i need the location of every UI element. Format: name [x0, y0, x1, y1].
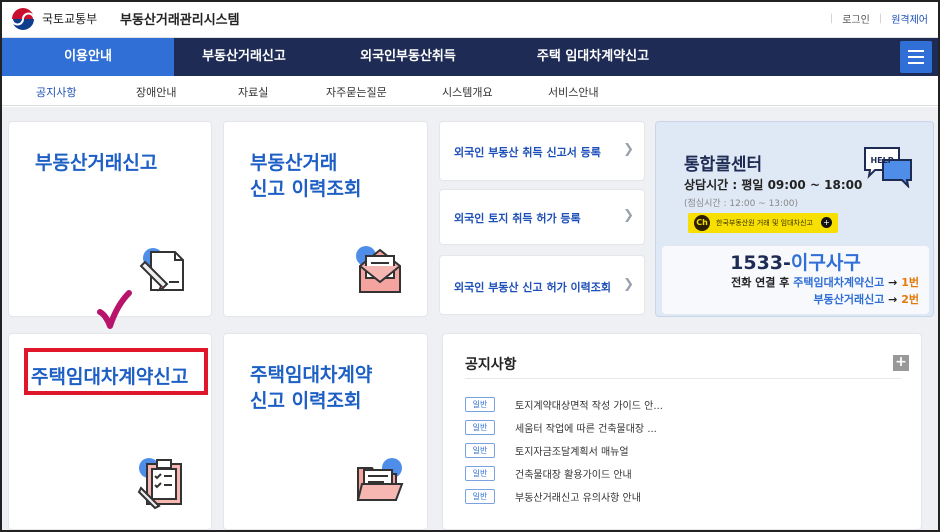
call-option-2: 부동산거래신고 → 2번: [813, 291, 919, 307]
call-center-lunch: (점심시간 : 12:00 ~ 13:00): [684, 199, 799, 209]
call-option-target: 주택임대차계약신고: [793, 276, 885, 289]
highlight-box: [24, 348, 208, 395]
notice-item[interactable]: 일반 부동산거래신고 유의사항 안내: [465, 487, 641, 505]
phone-word: 이구사구: [790, 252, 861, 274]
help-speech-bubble-icon: HELP: [861, 144, 915, 189]
call-option-number: 1번: [901, 276, 919, 289]
nav-item-lease-report[interactable]: 주택 임대차계약신고: [502, 38, 684, 76]
card-lease-history[interactable]: 주택임대차계약 신고 이력조회: [223, 333, 428, 530]
notice-text[interactable]: 토지자금조달계획서 매뉴얼: [515, 443, 629, 458]
notice-badge: 일반: [465, 396, 495, 412]
kakao-channel-label: 한국부동산원 거래 및 임대차신고: [716, 219, 813, 227]
call-option-number: 2번: [901, 293, 919, 306]
ministry-name: 국토교통부: [42, 12, 98, 26]
top-bar: 국토교통부 부동산거래관리시스템 | 로그인 | 원격제어: [0, 0, 940, 38]
subnav-service-info[interactable]: 서비스안내: [548, 84, 599, 100]
kakao-channel-icon: Ch: [694, 215, 710, 231]
nav-item-foreigner-acquisition[interactable]: 외국인부동산취득: [314, 38, 502, 76]
subnav-notice[interactable]: 공지사항: [36, 84, 76, 100]
call-option-target: 부동산거래신고: [813, 293, 885, 306]
main-nav: 이용안내 부동산거래신고 외국인부동산취득 주택 임대차계약신고: [2, 38, 938, 76]
login-link[interactable]: 로그인: [842, 11, 870, 26]
call-center-panel: 통합콜센터 상담시간 : 평일 09:00 ~ 18:00 (점심시간 : 12…: [655, 121, 934, 317]
menu-bar: [908, 56, 924, 58]
call-option-prefix: 전화 연결 후: [731, 276, 790, 289]
document-pen-icon: [137, 242, 193, 298]
link-label: 외국인 토지 취득 허가 등록: [454, 212, 581, 225]
card-transaction-history[interactable]: 부동산거래 신고 이력조회: [223, 121, 428, 317]
phone-prefix: 1533-: [730, 252, 791, 274]
notice-text[interactable]: 부동산거래신고 유의사항 안내: [515, 489, 641, 504]
phone-box: 1533-이구사구 전화 연결 후 주택임대차계약신고 → 1번 부동산거래신고…: [662, 246, 929, 314]
card-title: 부동산거래신고: [35, 152, 158, 174]
government-logo-icon[interactable]: [10, 6, 36, 32]
chevron-right-icon: ❯: [623, 142, 634, 157]
notice-item[interactable]: 일반 토지계약대상면적 작성 가이드 안...: [465, 395, 663, 413]
card-title: 주택임대차계약 신고 이력조회: [250, 364, 373, 412]
notice-item[interactable]: 일반 토지자금조달계획서 매뉴얼: [465, 441, 629, 459]
sub-nav: 공지사항 장애안내 자료실 자주묻는질문 시스템개요 서비스안내: [2, 76, 938, 106]
system-title[interactable]: 부동산거래관리시스템: [120, 9, 240, 28]
nav-item-guide[interactable]: 이용안내: [2, 38, 174, 76]
link-foreign-land-permit[interactable]: 외국인 토지 취득 허가 등록 ❯: [439, 189, 645, 245]
link-foreign-permit-history[interactable]: 외국인 부동산 신고 허가 이력조회 ❯: [439, 255, 645, 315]
subnav-faq[interactable]: 자주묻는질문: [326, 84, 387, 100]
notice-panel: 공지사항 + 일반 토지계약대상면적 작성 가이드 안... 일반 세움터 작업…: [442, 333, 922, 530]
notice-text[interactable]: 건축물대장 활용가이드 안내: [515, 466, 632, 481]
link-label: 외국인 부동산 신고 허가 이력조회: [454, 281, 611, 294]
more-plus-icon[interactable]: +: [893, 355, 909, 371]
kakao-channel-button[interactable]: Ch 한국부동산원 거래 및 임대차신고 +: [688, 213, 838, 233]
menu-bar: [908, 62, 924, 64]
arrow-right-icon: →: [888, 293, 898, 306]
card-title: 부동산거래 신고 이력조회: [250, 152, 362, 200]
call-option-1: 전화 연결 후 주택임대차계약신고 → 1번: [731, 274, 919, 290]
subnav-resources[interactable]: 자료실: [238, 84, 268, 100]
notice-title: 공지사항: [465, 357, 517, 373]
link-foreign-acquisition-register[interactable]: 외국인 부동산 취득 신고서 등록 ❯: [439, 121, 645, 181]
notice-text[interactable]: 토지계약대상면적 작성 가이드 안...: [515, 397, 663, 412]
remote-control-link[interactable]: 원격제어: [891, 11, 928, 26]
help-label: HELP: [870, 156, 893, 165]
notice-badge: 일반: [465, 465, 495, 481]
phone-number: 1533-이구사구: [662, 248, 929, 275]
top-links: | 로그인 | 원격제어: [830, 11, 928, 26]
hamburger-menu-icon[interactable]: [900, 41, 932, 73]
link-label: 외국인 부동산 취득 신고서 등록: [454, 146, 601, 159]
kakao-go-icon: +: [821, 217, 832, 228]
notice-item[interactable]: 일반 세움터 작업에 따른 건축물대장 ...: [465, 418, 657, 436]
call-center-title: 통합콜센터: [684, 155, 763, 175]
notice-badge: 일반: [465, 419, 495, 435]
notice-text[interactable]: 세움터 작업에 따른 건축물대장 ...: [515, 420, 657, 435]
card-transaction-report[interactable]: 부동산거래신고: [8, 121, 212, 317]
notice-item[interactable]: 일반 건축물대장 활용가이드 안내: [465, 464, 632, 482]
subnav-outage[interactable]: 장애안내: [136, 84, 176, 100]
call-center-hours: 상담시간 : 평일 09:00 ~ 18:00: [684, 178, 863, 192]
nav-item-transaction-report[interactable]: 부동산거래신고: [174, 38, 314, 76]
folder-icon: [352, 454, 408, 510]
subnav-system-overview[interactable]: 시스템개요: [442, 84, 493, 100]
checkmark-icon: [96, 290, 132, 330]
notice-badge: 일반: [465, 488, 495, 504]
arrow-right-icon: →: [888, 276, 898, 289]
divider: [465, 378, 901, 379]
divider: |: [878, 13, 883, 24]
notice-badge: 일반: [465, 442, 495, 458]
chevron-right-icon: ❯: [623, 277, 634, 292]
main-content: 부동산거래신고 부동산거래 신고 이력조회 외국인 부동산 취득 신고서 등록 …: [2, 107, 938, 530]
chevron-right-icon: ❯: [623, 208, 634, 223]
menu-bar: [908, 50, 924, 52]
clipboard-checklist-icon: [135, 454, 191, 510]
divider: |: [829, 13, 834, 24]
mail-envelope-icon: [352, 242, 408, 298]
